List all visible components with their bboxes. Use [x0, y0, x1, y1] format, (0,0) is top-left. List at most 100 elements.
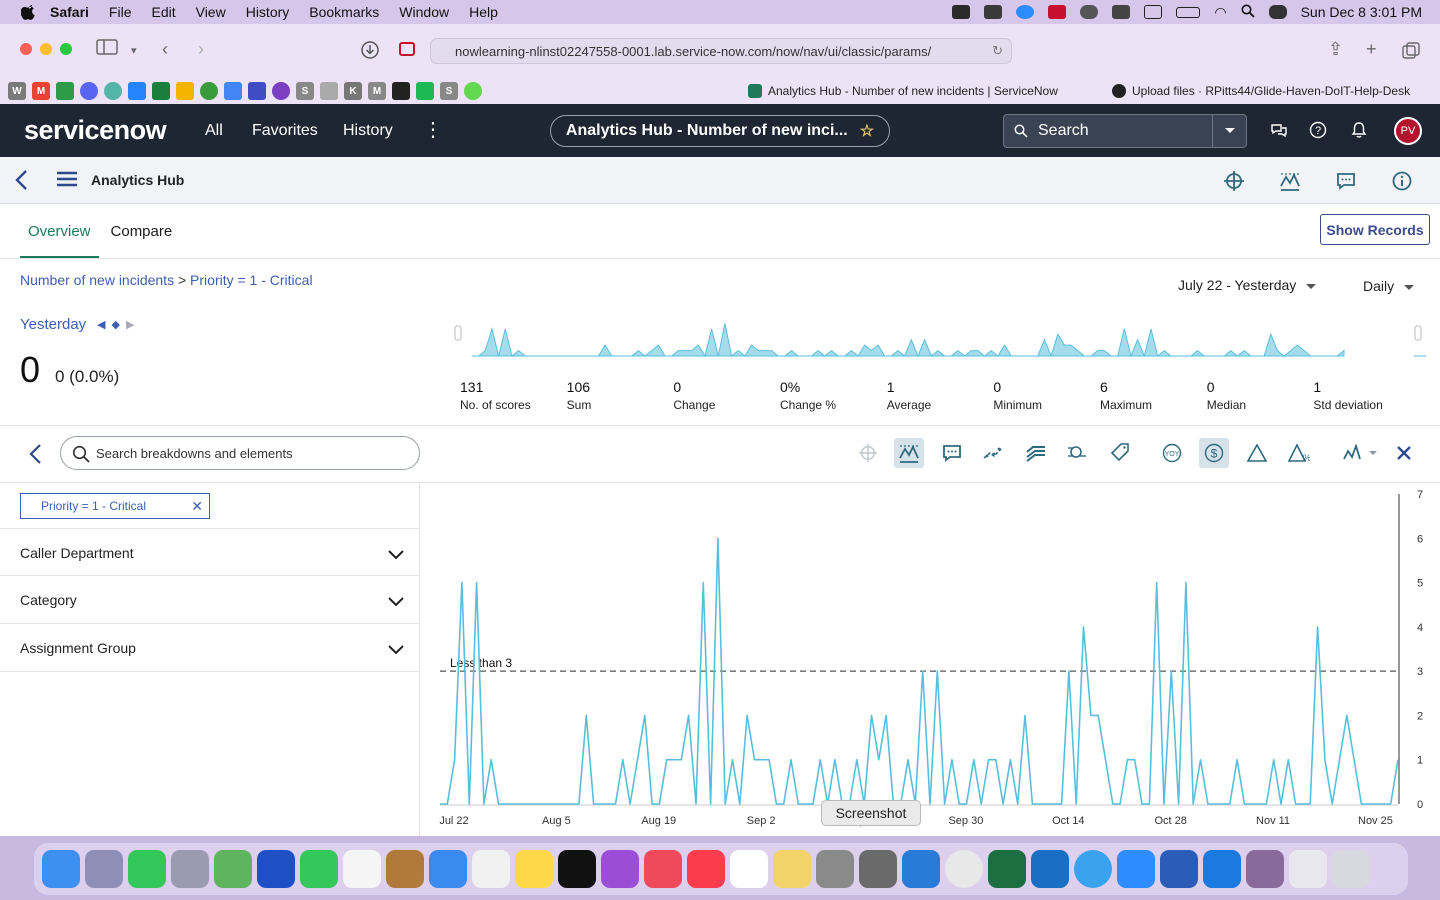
range-handle-right[interactable]: [1414, 325, 1422, 341]
global-search[interactable]: Search: [1003, 114, 1247, 148]
menu-history[interactable]: History: [246, 4, 290, 20]
prediction-icon[interactable]: [1062, 438, 1092, 468]
safari-icon[interactable]: [1074, 850, 1112, 888]
reminders-icon[interactable]: [472, 850, 510, 888]
previous-date-icon[interactable]: ◀: [97, 319, 111, 331]
extension-icon[interactable]: [398, 40, 416, 63]
favorite-aws-icon[interactable]: [392, 82, 410, 100]
chrome-icon[interactable]: [945, 850, 983, 888]
window-tray-icon[interactable]: [1144, 5, 1163, 19]
comments-icon[interactable]: [1336, 171, 1356, 191]
menu-app-name[interactable]: Safari: [50, 4, 89, 20]
shield-tray-icon[interactable]: [1048, 5, 1067, 19]
favorite-icon[interactable]: [104, 82, 122, 100]
notifications-bell-icon[interactable]: [1349, 120, 1369, 140]
breakdown-assignment-group[interactable]: Assignment Group: [0, 624, 419, 672]
forecast-icon[interactable]: [1280, 171, 1300, 191]
mail-icon[interactable]: [429, 850, 467, 888]
favorite-icon[interactable]: [200, 82, 218, 100]
zoom-tray-icon[interactable]: [1016, 5, 1035, 19]
currency-icon[interactable]: $: [1199, 438, 1229, 468]
zoom-window-button[interactable]: [60, 43, 72, 55]
apple-tv-icon[interactable]: [558, 850, 596, 888]
music-icon[interactable]: [687, 850, 725, 888]
period-dropdown[interactable]: July 22 - Yesterday: [1178, 277, 1317, 293]
frequency-dropdown[interactable]: Daily: [1363, 278, 1415, 294]
outlook-icon[interactable]: [1031, 850, 1069, 888]
favorite-icon[interactable]: [272, 82, 290, 100]
score-line-chart[interactable]: 01234567Less than 3Jul 22 Aug 5 Aug 19 Sep …: [420, 484, 1440, 836]
sidebar-toggle-icon[interactable]: [96, 39, 118, 60]
favorite-s-icon[interactable]: S: [296, 82, 314, 100]
nav-favorites[interactable]: Favorites: [252, 122, 318, 140]
favorite-icon[interactable]: [464, 82, 482, 100]
zoom-icon[interactable]: [1117, 850, 1155, 888]
remove-filter-icon[interactable]: ✕: [191, 498, 203, 515]
menu-edit[interactable]: Edit: [151, 4, 175, 20]
nav-history[interactable]: History: [343, 122, 393, 140]
info-icon[interactable]: [1392, 171, 1412, 191]
spotlight-icon[interactable]: [1241, 4, 1255, 21]
facetime-icon[interactable]: [300, 850, 338, 888]
favorite-gmail-icon[interactable]: M: [32, 82, 50, 100]
tray-app-icon[interactable]: [1112, 5, 1131, 19]
notion-icon[interactable]: [730, 850, 768, 888]
more-menu-icon[interactable]: ⋮: [423, 117, 443, 142]
breakdown-caller-department[interactable]: Caller Department: [0, 528, 419, 576]
current-date-icon[interactable]: ◆: [111, 319, 125, 331]
browser-tab[interactable]: Upload files · RPitts44/Glide-Haven-DoIT…: [1112, 80, 1410, 102]
reload-icon[interactable]: ↻: [992, 43, 1003, 59]
contacts-icon[interactable]: [386, 850, 424, 888]
favorite-w-icon[interactable]: W: [8, 82, 26, 100]
breadcrumb-indicator-link[interactable]: Number of new incidents: [20, 272, 174, 288]
range-handle-left[interactable]: [454, 325, 462, 341]
system-settings-icon[interactable]: [816, 850, 854, 888]
target-icon[interactable]: [853, 438, 883, 468]
browser-tab-active[interactable]: Analytics Hub - Number of new incidents …: [748, 80, 1058, 102]
threshold-toggle-icon[interactable]: [894, 438, 924, 468]
chevron-down-icon[interactable]: [388, 594, 404, 610]
tab-overview[interactable]: Overview: [20, 222, 99, 259]
excel-icon[interactable]: [988, 850, 1026, 888]
battery-icon[interactable]: [1176, 6, 1201, 18]
podcasts-icon[interactable]: [601, 850, 639, 888]
nav-all[interactable]: All: [205, 122, 223, 140]
comments-icon[interactable]: [937, 438, 967, 468]
back-icon[interactable]: [14, 169, 30, 196]
favorite-jira-icon[interactable]: [128, 82, 146, 100]
show-records-button[interactable]: Show Records: [1320, 214, 1430, 245]
chat-icon[interactable]: [1269, 120, 1289, 140]
menu-bookmarks[interactable]: Bookmarks: [309, 4, 379, 20]
rocket-icon[interactable]: [171, 850, 209, 888]
menubar-clock[interactable]: Sun Dec 8 3:01 PM: [1301, 4, 1422, 20]
help-icon[interactable]: ?: [1308, 120, 1328, 140]
page-title-pill[interactable]: Analytics Hub - Number of new inci... ☆: [550, 115, 890, 147]
control-center-icon[interactable]: [1268, 5, 1287, 19]
address-bar[interactable]: nowlearning-nlinst02247558-0001.lab.serv…: [430, 38, 1012, 64]
photos-icon[interactable]: [773, 850, 811, 888]
target-icon[interactable]: [1224, 171, 1244, 191]
menu-file[interactable]: File: [109, 4, 132, 20]
breakdown-category[interactable]: Category: [0, 576, 419, 624]
messages-icon[interactable]: [128, 850, 166, 888]
tab-overview-icon[interactable]: [1402, 42, 1420, 65]
back-icon[interactable]: ‹: [162, 39, 168, 60]
breakdown-search-input[interactable]: Search breakdowns and elements: [60, 436, 420, 470]
maps-icon[interactable]: [214, 850, 252, 888]
chevron-down-icon[interactable]: [388, 642, 404, 658]
menu-view[interactable]: View: [196, 4, 226, 20]
favorite-icon[interactable]: [320, 82, 338, 100]
trendline-icon[interactable]: [978, 438, 1008, 468]
menu-help[interactable]: Help: [469, 4, 498, 20]
delta-icon[interactable]: [1242, 438, 1272, 468]
downloads-icon[interactable]: [360, 40, 380, 65]
breadcrumb-element-link[interactable]: Priority = 1 - Critical: [190, 272, 313, 288]
game-icon[interactable]: [1246, 850, 1284, 888]
screenshot-icon[interactable]: [859, 850, 897, 888]
calendar-icon[interactable]: [343, 850, 381, 888]
share-icon[interactable]: ⇪: [1328, 39, 1343, 60]
new-tab-icon[interactable]: +: [1366, 39, 1377, 60]
notes-icon[interactable]: [515, 850, 553, 888]
minimize-window-button[interactable]: [40, 43, 52, 55]
vscode-icon[interactable]: [902, 850, 940, 888]
